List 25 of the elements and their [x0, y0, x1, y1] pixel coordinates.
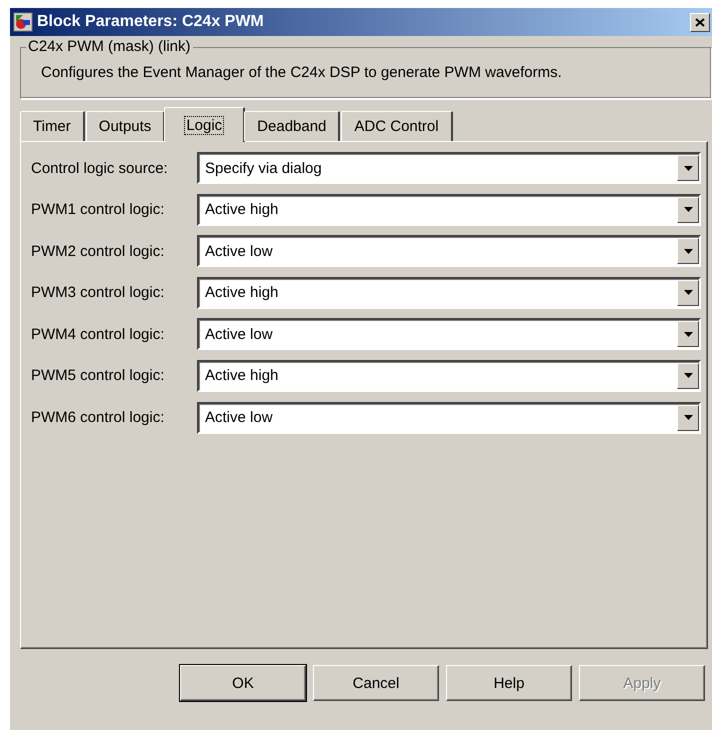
dialog-button[interactable]: OK — [180, 665, 306, 701]
dropdown[interactable]: Specify via dialog — [197, 152, 701, 184]
dropdown[interactable]: Active low — [197, 235, 701, 268]
field-label: Control logic source: — [31, 160, 169, 176]
tab[interactable]: ADC Control — [341, 111, 453, 141]
tab[interactable]: Logic — [164, 107, 246, 142]
dropdown[interactable]: Active low — [197, 402, 701, 434]
field-label: PWM5 control logic: — [31, 367, 166, 384]
field-label: PWM3 control logic: — [31, 284, 166, 302]
dropdown[interactable]: Active high — [197, 360, 701, 392]
dialog-button[interactable]: Help — [446, 665, 572, 701]
tab[interactable]: Timer — [20, 111, 85, 141]
dropdown[interactable]: Active low — [197, 318, 701, 350]
group-title: C24x PWM (mask) (link) — [26, 38, 193, 55]
dropdown[interactable]: Active high — [197, 276, 701, 309]
tab[interactable]: Deadband — [244, 111, 340, 141]
field-label: PWM4 control logic: — [31, 326, 166, 343]
window-title: Block Parameters: C24x PWM — [37, 13, 264, 31]
tab[interactable]: Outputs — [86, 111, 166, 141]
field-label: PWM6 control logic: — [31, 409, 166, 426]
dropdown[interactable]: Active high — [197, 194, 701, 226]
field-label: PWM2 control logic: — [31, 242, 166, 260]
field-label: PWM1 control logic: — [31, 201, 166, 218]
dialog-button[interactable]: Cancel — [313, 665, 439, 701]
description: Configures the Event Manager of the C24x DSP to generate PWM waveforms. — [41, 64, 562, 81]
